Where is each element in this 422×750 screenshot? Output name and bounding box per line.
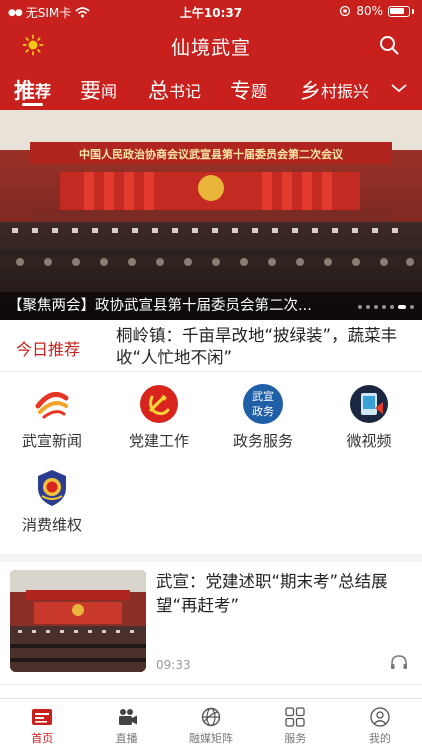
nav-media-matrix[interactable]: 融媒矩阵 (169, 699, 253, 750)
battery-percent: 80% (356, 4, 383, 18)
news-list-item[interactable]: 武宣：党建述职“期末考”总结展望“再赶考” 09:33 (0, 562, 422, 680)
service-label: 党建工作 (128, 432, 189, 450)
live-camera-icon (118, 709, 137, 725)
app-title: 仙境武宣 (170, 37, 251, 59)
service-party-building[interactable]: 党建工作 (109, 384, 209, 451)
carousel-indicator (358, 305, 414, 309)
today-headline: 桐岭镇：千亩旱改地“披绿装”，蔬菜丰收“人忙地不闲” (116, 326, 398, 367)
conference-photo (0, 110, 422, 320)
tab-general-secretary[interactable]: 总书记 (148, 70, 201, 110)
nav-profile[interactable]: 我的 (338, 699, 422, 750)
section-divider (0, 554, 422, 562)
wuxuan-news-icon (33, 385, 71, 423)
home-icon (32, 709, 53, 725)
micro-video-icon (350, 385, 388, 423)
service-label: 武宣新闻 (21, 432, 82, 450)
nav-services[interactable]: 服务 (253, 699, 337, 750)
headline-carousel[interactable]: 中国人民政治协商会议武宣县第十届委员会第二次会议 【聚焦两会】政协武宣县第十届委… (0, 110, 422, 320)
status-bar: ●● 无SIM卡 上午10:37 80% (0, 0, 422, 22)
nav-home[interactable]: 首页 (0, 699, 84, 750)
service-grid: 武宣新闻 党建工作 武宣政务 政务服务 微视频 消费维权 (0, 372, 422, 554)
nav-live[interactable]: 直播 (84, 699, 168, 750)
today-recommendation[interactable]: 今日推荐 桐岭镇：千亩旱改地“披绿装”，蔬菜丰收“人忙地不闲” (0, 320, 422, 372)
tab-topics[interactable]: 专题 (230, 70, 267, 110)
app-header: ●● 无SIM卡 上午10:37 80% 仙境武宣 推 荐 要 闻 总 书记 专… (0, 0, 422, 110)
services-grid-icon (285, 707, 306, 727)
channel-tabs: 推荐 要闻 总书记 专题 乡村振兴 (0, 70, 422, 110)
bottom-navigation: 首页 直播 融媒矩阵 服务 我的 (0, 698, 422, 750)
battery-icon (388, 5, 410, 17)
service-label: 消费维权 (21, 516, 82, 534)
chevron-down-icon[interactable] (390, 80, 408, 96)
tab-recommend[interactable]: 推荐 (14, 70, 51, 110)
headphone-icon[interactable] (390, 654, 408, 670)
tab-news[interactable]: 要闻 (80, 70, 117, 110)
service-label: 微视频 (346, 432, 392, 450)
government-service-icon: 武宣政务 (243, 384, 283, 424)
service-consumer-rights[interactable]: 消费维权 (2, 468, 102, 535)
service-micro-video[interactable]: 微视频 (319, 384, 419, 451)
profile-icon (370, 707, 390, 727)
search-icon[interactable] (378, 34, 400, 56)
consumer-rights-icon (38, 470, 66, 506)
news-time: 09:33 (156, 658, 191, 672)
orientation-lock-icon (340, 5, 351, 17)
service-government[interactable]: 武宣政务 政务服务 (213, 384, 313, 451)
today-label: 今日推荐 (16, 340, 81, 359)
banner-image-title: 中国人民政治协商会议武宣县第十届委员会第二次会议 (79, 148, 343, 161)
news-thumbnail (10, 570, 146, 672)
news-title: 武宣：党建述职“期末考”总结展望“再赶考” (156, 572, 388, 615)
service-wuxuan-news[interactable]: 武宣新闻 (2, 384, 102, 451)
media-matrix-icon (201, 707, 221, 727)
list-separator (0, 684, 422, 685)
service-label: 政务服务 (232, 432, 293, 450)
party-building-icon (140, 385, 178, 423)
tab-rural-revitalization[interactable]: 乡村振兴 (300, 70, 369, 110)
